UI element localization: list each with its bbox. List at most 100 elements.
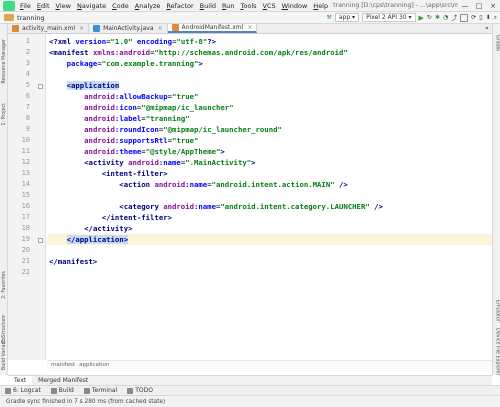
close-tab-icon[interactable]: ×	[158, 25, 163, 32]
manifest-view-tabs: Text Merged Manifest	[8, 375, 492, 386]
run-icon[interactable]: ▶	[419, 13, 424, 22]
line-number: 14	[21, 180, 30, 188]
line-number: 5	[25, 81, 30, 89]
menu-item-view[interactable]: View	[53, 2, 74, 10]
line-number: 4	[25, 70, 30, 78]
sdk-manager-icon[interactable]: ⬇	[486, 13, 491, 22]
maximize-button[interactable]: □	[472, 2, 486, 10]
file-type-icon	[93, 25, 101, 32]
fold-marker[interactable]	[38, 238, 43, 243]
code-line[interactable]: <category android:name="android.intent.c…	[49, 201, 383, 212]
code-line[interactable]: </manifest>	[49, 256, 97, 267]
status-message: Gradle sync finished in 7 s 280 ms (from…	[6, 398, 166, 405]
hammer-icon[interactable]: ⚒	[326, 13, 331, 22]
project-breadcrumb[interactable]: tranning	[17, 14, 45, 22]
tool-window-emulator[interactable]: Emulator	[493, 294, 500, 328]
tab-activity-main-xml[interactable]: activity_main.xml ×	[8, 24, 90, 33]
menu-item-code[interactable]: Code	[109, 2, 132, 10]
navigation-bar: tranning ⚒ app ▾ Pixel 2 API 30 ▾ ▶ ↻ ✱ …	[0, 12, 500, 24]
apply-changes-icon[interactable]: ↻	[427, 13, 432, 22]
code-line[interactable]: <action android:name="android.intent.act…	[49, 179, 348, 190]
right-tool-window-strip: Gradle Emulator Device File Explorer	[492, 24, 500, 376]
tool-logcat[interactable]: 6: Logcat	[0, 387, 46, 394]
menu-item-window[interactable]: Window	[279, 2, 311, 10]
editor-gutter[interactable]: 1 2 3 4 5 6 7 8 9 10 11 12 13 14 15 16 17 18 19 20 21 22	[8, 34, 46, 360]
tool-window-resource-manager[interactable]: Resource Manager	[0, 30, 8, 92]
tool-window-device-file-explorer[interactable]: Device File Explorer	[493, 328, 500, 375]
tab-mainactivity-java[interactable]: MainActivity.java ×	[89, 24, 168, 33]
todo-icon	[127, 387, 134, 394]
tool-todo[interactable]: TODO	[122, 387, 158, 394]
menu-item-file[interactable]: File	[17, 2, 34, 10]
close-tab-icon[interactable]: ×	[79, 25, 84, 32]
menu-item-build[interactable]: Build	[197, 2, 219, 10]
minimize-button[interactable]: —	[458, 2, 472, 10]
menu-item-vcs[interactable]: VCS	[260, 2, 279, 10]
tool-terminal[interactable]: Terminal	[79, 387, 122, 394]
tool-window-favorites[interactable]: 2: Favorites	[0, 264, 8, 306]
code-line[interactable]: </activity>	[49, 223, 132, 234]
editor-tab-bar: activity_main.xml × MainActivity.java × Andr…	[8, 24, 492, 34]
search-icon[interactable]: ⌕	[494, 13, 497, 22]
run-config-dropdown[interactable]: app ▾	[334, 13, 360, 22]
code-line[interactable]: android:theme="@style/AppTheme">	[49, 146, 225, 157]
tab-androidmanifest-xml[interactable]: AndroidManifest.xml ×	[167, 24, 258, 33]
device-dropdown[interactable]: Pixel 2 API 30 ▾	[362, 13, 416, 22]
line-number: 3	[25, 59, 30, 67]
bottom-tool-bar: 6: Logcat Build Terminal TODO	[0, 385, 500, 395]
breadcrumb-application[interactable]: application	[79, 362, 109, 368]
line-number: 22	[21, 268, 30, 276]
code-line[interactable]: android:supportsRtl="true"	[49, 135, 198, 146]
menu-item-tools[interactable]: Tools	[237, 2, 259, 10]
logcat-icon	[5, 387, 11, 394]
menu-item-analyze[interactable]: Analyze	[132, 2, 164, 10]
profile-icon[interactable]: ◔	[443, 13, 448, 22]
run-config-label: app	[338, 14, 351, 21]
tab-text[interactable]: Text	[8, 375, 33, 386]
menu-item-edit[interactable]: Edit	[34, 2, 53, 10]
line-number: 6	[25, 92, 30, 100]
tab-merged-manifest[interactable]: Merged Manifest	[32, 376, 94, 386]
close-tab-icon[interactable]: ×	[247, 24, 252, 31]
line-number: 15	[21, 191, 30, 199]
code-editor[interactable]: <?xml version="1.0" encoding="utf-8"?> <m…	[47, 34, 492, 360]
tool-build[interactable]: Build	[46, 387, 79, 394]
tab-label: AndroidManifest.xml	[181, 24, 244, 31]
code-line[interactable]: android:roundIcon="@mipmap/ic_launcher_r…	[49, 124, 282, 135]
code-line[interactable]: package="com.example.tranning">	[49, 58, 203, 69]
close-button[interactable]: ×	[486, 2, 500, 10]
stop-icon[interactable]	[460, 13, 469, 22]
android-studio-logo-icon	[3, 0, 15, 11]
menu-item-run[interactable]: Run	[219, 2, 237, 10]
breadcrumb-manifest[interactable]: manifest	[51, 362, 75, 368]
menu-item-help[interactable]: Help	[310, 2, 331, 10]
line-number: 7	[25, 103, 30, 111]
code-line[interactable]: android:allowBackup="true"	[49, 91, 198, 102]
device-label: Pixel 2 API 30	[366, 14, 407, 21]
code-line[interactable]: </application>	[49, 234, 129, 245]
code-line[interactable]: <activity android:name=".MainActivity">	[49, 157, 255, 168]
avd-manager-icon[interactable]: ▯	[479, 13, 482, 22]
tool-window-build-variants[interactable]: Build Variants	[0, 334, 8, 374]
tab-overflow-icon[interactable]: ▾	[482, 24, 492, 33]
menu-item-refactor[interactable]: Refactor	[163, 2, 196, 10]
tool-window-project[interactable]: 1: Project	[0, 96, 8, 132]
line-number: 9	[25, 125, 30, 133]
file-type-icon	[171, 24, 179, 31]
line-number: 21	[21, 257, 30, 265]
window-title: tranning [D:\cps\tranning] - ...\app\src…	[333, 2, 458, 9]
menu-bar: File Edit View Navigate Code Analyze Refactor B…	[0, 0, 500, 12]
code-line[interactable]: android:label="tranning"	[49, 113, 189, 124]
code-line[interactable]: </intent-filter>	[49, 212, 172, 223]
code-line[interactable]: <intent-filter>	[49, 168, 168, 179]
code-line[interactable]: android:icon="@mipmap/ic_launcher"	[49, 102, 233, 113]
tool-window-gradle[interactable]: Gradle	[493, 30, 500, 56]
sync-project-icon[interactable]: ⟳	[471, 13, 476, 22]
fold-marker[interactable]	[38, 84, 43, 89]
code-line[interactable]: <manifest xmlns:android="http://schemas.…	[49, 47, 348, 58]
attach-debugger-icon[interactable]: ⤴	[451, 13, 457, 22]
debug-icon[interactable]: ✱	[435, 13, 440, 22]
code-line[interactable]: <?xml version="1.0" encoding="utf-8"?>	[49, 36, 216, 47]
menu-item-navigate[interactable]: Navigate	[74, 2, 109, 10]
code-line[interactable]: <application	[49, 80, 120, 91]
